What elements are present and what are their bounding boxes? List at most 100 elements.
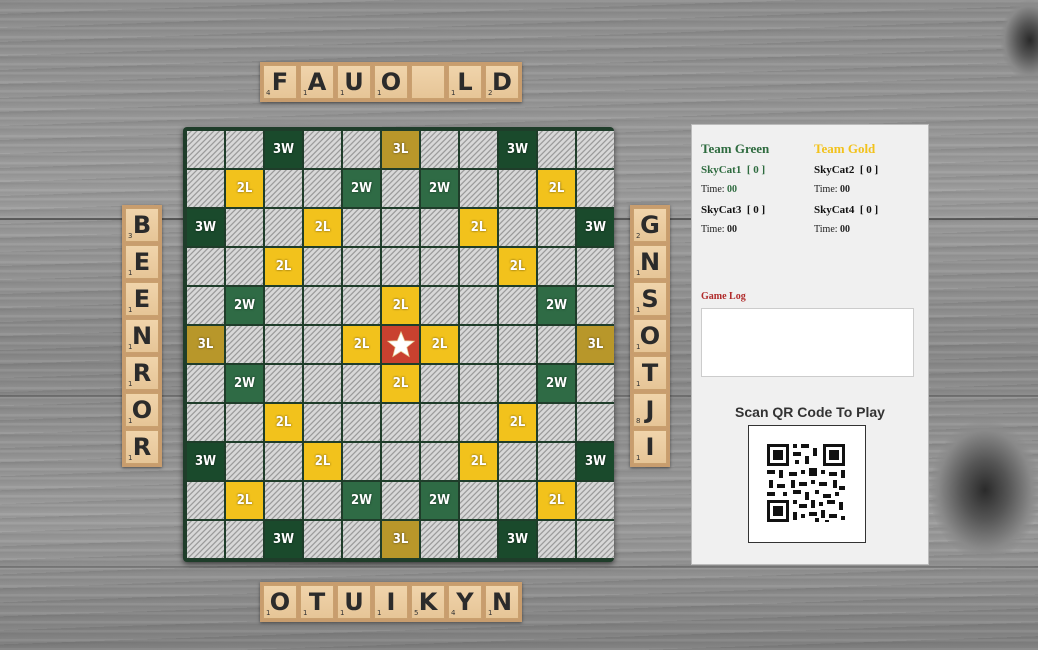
board-cell[interactable] <box>265 482 302 519</box>
board-cell[interactable] <box>187 521 224 558</box>
letter-tile[interactable]: O1 <box>633 319 667 353</box>
board-cell[interactable] <box>343 209 380 246</box>
triple-letter-cell[interactable]: 3L <box>382 131 419 168</box>
double-word-cell[interactable]: 2W <box>226 287 263 324</box>
letter-tile[interactable]: K5 <box>411 585 445 619</box>
board-cell[interactable] <box>499 170 536 207</box>
double-word-cell[interactable]: 2W <box>538 287 575 324</box>
double-letter-cell[interactable]: 2L <box>538 170 575 207</box>
board-cell[interactable] <box>460 404 497 441</box>
double-letter-cell[interactable]: 2L <box>421 326 458 363</box>
board-cell[interactable] <box>343 521 380 558</box>
board-cell[interactable] <box>538 131 575 168</box>
board-cell[interactable] <box>265 170 302 207</box>
board-cell[interactable] <box>460 365 497 402</box>
triple-word-cell[interactable]: 3W <box>499 131 536 168</box>
double-letter-cell[interactable]: 2L <box>343 326 380 363</box>
double-letter-cell[interactable]: 2L <box>460 443 497 480</box>
center-star-cell[interactable] <box>382 326 419 363</box>
board-cell[interactable] <box>538 209 575 246</box>
board-cell[interactable] <box>421 521 458 558</box>
board-cell[interactable] <box>499 365 536 402</box>
board-cell[interactable] <box>460 131 497 168</box>
board-cell[interactable] <box>226 131 263 168</box>
double-word-cell[interactable]: 2W <box>343 170 380 207</box>
board-cell[interactable] <box>382 209 419 246</box>
board-cell[interactable] <box>226 209 263 246</box>
letter-tile[interactable]: E1 <box>125 245 159 279</box>
board-cell[interactable] <box>265 443 302 480</box>
triple-letter-cell[interactable]: 3L <box>187 326 224 363</box>
board-cell[interactable] <box>187 365 224 402</box>
letter-tile[interactable]: I1 <box>374 585 408 619</box>
letter-tile[interactable]: D2 <box>485 65 519 99</box>
double-word-cell[interactable]: 2W <box>421 170 458 207</box>
board-cell[interactable] <box>304 521 341 558</box>
board-cell[interactable] <box>343 131 380 168</box>
double-letter-cell[interactable]: 2L <box>538 482 575 519</box>
double-letter-cell[interactable]: 2L <box>226 170 263 207</box>
triple-word-cell[interactable]: 3W <box>499 521 536 558</box>
board-cell[interactable] <box>538 248 575 285</box>
board-cell[interactable] <box>304 482 341 519</box>
board-cell[interactable] <box>382 482 419 519</box>
board-cell[interactable] <box>421 443 458 480</box>
board-cell[interactable] <box>187 482 224 519</box>
board-cell[interactable] <box>460 482 497 519</box>
letter-tile[interactable]: O1 <box>374 65 408 99</box>
board-cell[interactable] <box>460 248 497 285</box>
board-cell[interactable] <box>421 131 458 168</box>
board-cell[interactable] <box>577 404 614 441</box>
letter-tile[interactable]: U1 <box>337 585 371 619</box>
board-cell[interactable] <box>460 287 497 324</box>
letter-tile[interactable]: F4 <box>263 65 297 99</box>
board-cell[interactable] <box>343 443 380 480</box>
double-letter-cell[interactable]: 2L <box>460 209 497 246</box>
triple-word-cell[interactable]: 3W <box>577 443 614 480</box>
board-cell[interactable] <box>382 170 419 207</box>
board-cell[interactable] <box>421 287 458 324</box>
letter-tile[interactable]: U1 <box>337 65 371 99</box>
letter-tile[interactable]: O1 <box>125 393 159 427</box>
board-cell[interactable] <box>577 248 614 285</box>
board-cell[interactable] <box>577 365 614 402</box>
board-cell[interactable] <box>499 326 536 363</box>
board-cell[interactable] <box>577 521 614 558</box>
letter-tile[interactable] <box>411 65 445 99</box>
board-cell[interactable] <box>460 521 497 558</box>
double-letter-cell[interactable]: 2L <box>265 248 302 285</box>
letter-tile[interactable]: I1 <box>633 430 667 464</box>
board-cell[interactable] <box>265 287 302 324</box>
board-cell[interactable] <box>538 521 575 558</box>
board-cell[interactable] <box>577 482 614 519</box>
game-log-box[interactable] <box>701 308 914 377</box>
letter-tile[interactable]: S1 <box>633 282 667 316</box>
board-cell[interactable] <box>538 404 575 441</box>
letter-tile[interactable]: A1 <box>300 65 334 99</box>
double-word-cell[interactable]: 2W <box>538 365 575 402</box>
board-cell[interactable] <box>343 287 380 324</box>
letter-tile[interactable]: J8 <box>633 393 667 427</box>
board-cell[interactable] <box>499 287 536 324</box>
double-letter-cell[interactable]: 2L <box>382 287 419 324</box>
board-cell[interactable] <box>226 404 263 441</box>
board-cell[interactable] <box>187 248 224 285</box>
double-letter-cell[interactable]: 2L <box>304 443 341 480</box>
double-word-cell[interactable]: 2W <box>421 482 458 519</box>
letter-tile[interactable]: O1 <box>263 585 297 619</box>
triple-word-cell[interactable]: 3W <box>187 443 224 480</box>
triple-word-cell[interactable]: 3W <box>265 521 302 558</box>
board-cell[interactable] <box>343 404 380 441</box>
triple-letter-cell[interactable]: 3L <box>577 326 614 363</box>
double-letter-cell[interactable]: 2L <box>499 404 536 441</box>
letter-tile[interactable]: L1 <box>448 65 482 99</box>
board-cell[interactable] <box>304 131 341 168</box>
double-letter-cell[interactable]: 2L <box>382 365 419 402</box>
board-cell[interactable] <box>187 170 224 207</box>
board-cell[interactable] <box>226 443 263 480</box>
board-cell[interactable] <box>304 170 341 207</box>
letter-tile[interactable]: Y4 <box>448 585 482 619</box>
board-cell[interactable] <box>499 209 536 246</box>
qr-code[interactable] <box>748 425 866 543</box>
double-letter-cell[interactable]: 2L <box>499 248 536 285</box>
